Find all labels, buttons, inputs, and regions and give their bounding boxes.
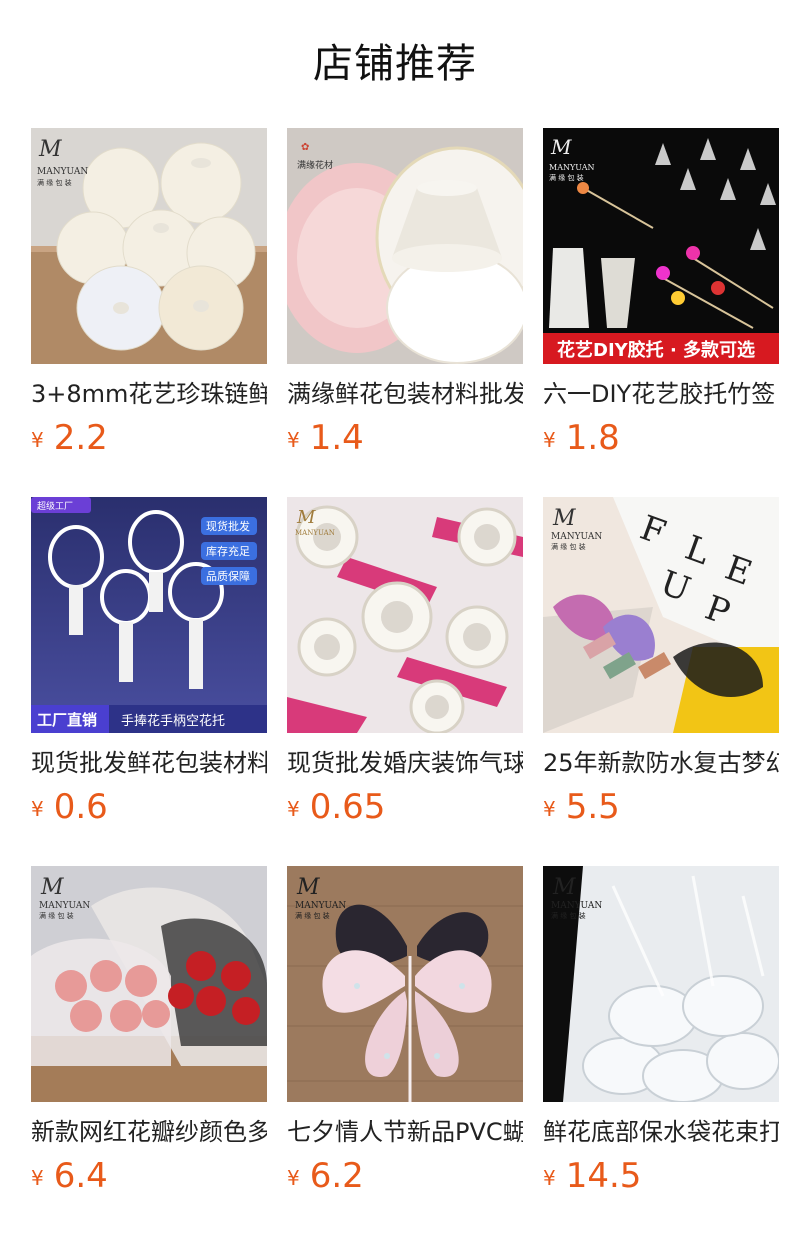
price-value: 5.5 (565, 787, 620, 827)
currency-symbol: ¥ (31, 797, 44, 821)
svg-text:MANYUAN: MANYUAN (551, 901, 602, 911)
svg-text:手捧花手柄空花托: 手捧花手柄空花托 (121, 713, 225, 729)
product-price: ¥6.2 (287, 1156, 364, 1196)
product-price: ¥0.65 (287, 787, 385, 827)
svg-text:MANYUAN: MANYUAN (549, 163, 595, 172)
currency-symbol: ¥ (31, 1166, 44, 1190)
product-name[interactable]: 现货批发婚庆装饰气球 (287, 745, 523, 781)
product-name[interactable]: 现货批发鲜花包装材料 (31, 745, 267, 781)
price-value: 0.6 (53, 787, 108, 827)
svg-text:满 缘 包 装: 满 缘 包 装 (551, 542, 586, 551)
product-name[interactable]: 满缘鲜花包装材料批发 (287, 376, 523, 412)
svg-text:MANYUAN: MANYUAN (295, 901, 346, 911)
svg-text:工厂直销: 工厂直销 (37, 711, 97, 729)
product-image[interactable]: F L E U P M MANYUAN 满 缘 包 装 (543, 497, 779, 733)
product-card[interactable]: 超级工厂 现货批发 库存充足 品质保障 工厂直销 手捧花手柄空花托 现货批发鲜花… (31, 497, 267, 827)
currency-symbol: ¥ (287, 797, 300, 821)
product-image[interactable]: M MANYUAN 满 缘 包 装 (31, 128, 267, 364)
product-card[interactable]: 花艺DIY胶托 · 多款可选 M MANYUAN 满 缘 包 装 六一DIY花艺… (543, 128, 779, 458)
product-image[interactable]: M MANYUAN 满 缘 包 装 (287, 866, 523, 1102)
brand-logo-icon: M (296, 507, 316, 528)
currency-symbol: ¥ (543, 428, 556, 452)
currency-symbol: ¥ (543, 1166, 556, 1190)
svg-text:品质保障: 品质保障 (206, 569, 250, 583)
svg-text:MANYUAN: MANYUAN (551, 532, 602, 542)
price-value: 2.2 (53, 418, 108, 458)
brand-logo-icon: M (40, 875, 64, 900)
currency-symbol: ¥ (287, 428, 300, 452)
svg-text:现货批发: 现货批发 (206, 519, 250, 533)
svg-text:花艺DIY胶托 · 多款可选: 花艺DIY胶托 · 多款可选 (557, 339, 755, 361)
svg-text:满 缘 包 装: 满 缘 包 装 (39, 911, 74, 920)
product-image[interactable]: M MANYUAN 满 缘 包 装 (543, 866, 779, 1102)
currency-symbol: ¥ (287, 1166, 300, 1190)
price-value: 14.5 (565, 1156, 642, 1196)
svg-text:满 缘 包 装: 满 缘 包 装 (551, 911, 586, 920)
product-card[interactable]: M MANYUAN 满 缘 包 装 鲜花底部保水袋花束打 ¥14.5 (543, 866, 779, 1196)
product-name[interactable]: 鲜花底部保水袋花束打 (543, 1114, 779, 1150)
price-value: 1.4 (309, 418, 364, 458)
product-image[interactable]: 花艺DIY胶托 · 多款可选 M MANYUAN 满 缘 包 装 (543, 128, 779, 364)
svg-text:满 缘 包 装: 满 缘 包 装 (549, 173, 584, 182)
product-price: ¥14.5 (543, 1156, 641, 1196)
price-value: 6.2 (309, 1156, 364, 1196)
product-price: ¥5.5 (543, 787, 620, 827)
product-image[interactable]: 超级工厂 现货批发 库存充足 品质保障 工厂直销 手捧花手柄空花托 (31, 497, 267, 733)
product-card[interactable]: M MANYUAN 满 缘 包 装 七夕情人节新品PVC蝴蝶 ¥6.2 (287, 866, 523, 1196)
svg-text:MANYUAN: MANYUAN (37, 167, 88, 177)
product-name[interactable]: 新款网红花瓣纱颜色多 (31, 1114, 267, 1150)
product-name[interactable]: 七夕情人节新品PVC蝴蝶 (287, 1114, 523, 1150)
svg-text:满 缘 包 装: 满 缘 包 装 (295, 911, 330, 920)
brand-logo-icon: ✿ (301, 142, 309, 153)
page-title: 店铺推荐 (313, 41, 477, 87)
product-image[interactable]: M MANYUAN 满 缘 包 装 (31, 866, 267, 1102)
product-name[interactable]: 六一DIY花艺胶托竹签 (543, 376, 779, 412)
factory-badge: 超级工厂 (37, 500, 73, 512)
price-value: 1.8 (565, 418, 620, 458)
brand-logo-icon: M (296, 875, 320, 900)
product-price: ¥6.4 (31, 1156, 108, 1196)
currency-symbol: ¥ (31, 428, 44, 452)
product-card[interactable]: ✿ 满缘花材 满缘鲜花包装材料批发 ¥1.4 (287, 128, 523, 458)
product-name[interactable]: 25年新款防水复古梦幻 (543, 745, 779, 781)
brand-logo-icon: M (550, 135, 572, 159)
product-card[interactable]: M MANYUAN 现货批发婚庆装饰气球 ¥0.65 (287, 497, 523, 827)
price-value: 0.65 (309, 787, 386, 827)
svg-text:MANYUAN: MANYUAN (39, 901, 90, 911)
product-price: ¥1.8 (543, 418, 620, 458)
brand-logo-icon: M (38, 137, 62, 162)
svg-text:满 缘 包 装: 满 缘 包 装 (37, 178, 72, 187)
svg-text:MANYUAN: MANYUAN (295, 529, 335, 537)
product-price: ¥1.4 (287, 418, 364, 458)
product-image[interactable]: M MANYUAN (287, 497, 523, 733)
product-card[interactable]: M MANYUAN 满 缘 包 装 新款网红花瓣纱颜色多 ¥6.4 (31, 866, 267, 1196)
brand-logo-icon: M (552, 506, 576, 531)
svg-text:库存充足: 库存充足 (206, 544, 250, 558)
product-name[interactable]: 3+8mm花艺珍珠链鲜 (31, 376, 267, 412)
svg-text:满缘花材: 满缘花材 (297, 159, 333, 171)
product-card[interactable]: F L E U P M MANYUAN 满 缘 包 装 25年新款防水复古梦幻 … (543, 497, 779, 827)
product-price: ¥2.2 (31, 418, 108, 458)
product-card[interactable]: M MANYUAN 满 缘 包 装 3+8mm花艺珍珠链鲜 ¥2.2 (31, 128, 267, 458)
product-price: ¥0.6 (31, 787, 108, 827)
product-image[interactable]: ✿ 满缘花材 (287, 128, 523, 364)
brand-logo-icon: M (552, 875, 576, 900)
product-grid: M MANYUAN 满 缘 包 装 3+8mm花艺珍珠链鲜 ¥2.2 ✿ 满缘花… (31, 128, 779, 1196)
price-value: 6.4 (53, 1156, 108, 1196)
currency-symbol: ¥ (543, 797, 556, 821)
